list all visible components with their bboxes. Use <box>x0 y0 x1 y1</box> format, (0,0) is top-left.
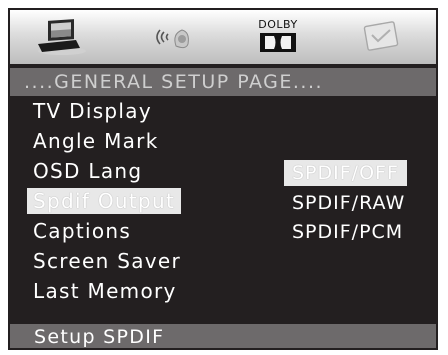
menu-item-captions[interactable]: Captions <box>27 218 137 244</box>
menu-item-last-memory[interactable]: Last Memory <box>27 278 183 304</box>
menu-item-osd-lang[interactable]: OSD Lang <box>27 158 148 184</box>
page-title: ....GENERAL SETUP PAGE.... <box>10 68 436 96</box>
option-spdif-off[interactable]: SPDIF/OFF <box>284 160 407 186</box>
osd-screen: DOLBY ....GENERAL SETUP PAGE.... TV Disp… <box>8 8 438 350</box>
preference-icon[interactable] <box>358 18 406 56</box>
setup-icon-bar: DOLBY <box>10 10 436 64</box>
dolby-label: DOLBY <box>258 18 298 31</box>
menu-item-angle-mark[interactable]: Angle Mark <box>27 128 165 154</box>
option-spdif-raw[interactable]: SPDIF/RAW <box>284 190 413 216</box>
option-spdif-pcm[interactable]: SPDIF/PCM <box>284 219 411 245</box>
menu-item-spdif-output[interactable]: Spdif Output <box>27 188 182 214</box>
general-setup-icon[interactable] <box>32 18 88 56</box>
menu-item-tv-display[interactable]: TV Display <box>27 98 158 124</box>
audio-speaker-icon[interactable] <box>148 18 196 56</box>
status-bar: Setup SPDIF <box>10 324 436 348</box>
menu-item-screen-saver[interactable]: Screen Saver <box>27 248 187 274</box>
dolby-icon[interactable]: DOLBY <box>252 18 304 56</box>
